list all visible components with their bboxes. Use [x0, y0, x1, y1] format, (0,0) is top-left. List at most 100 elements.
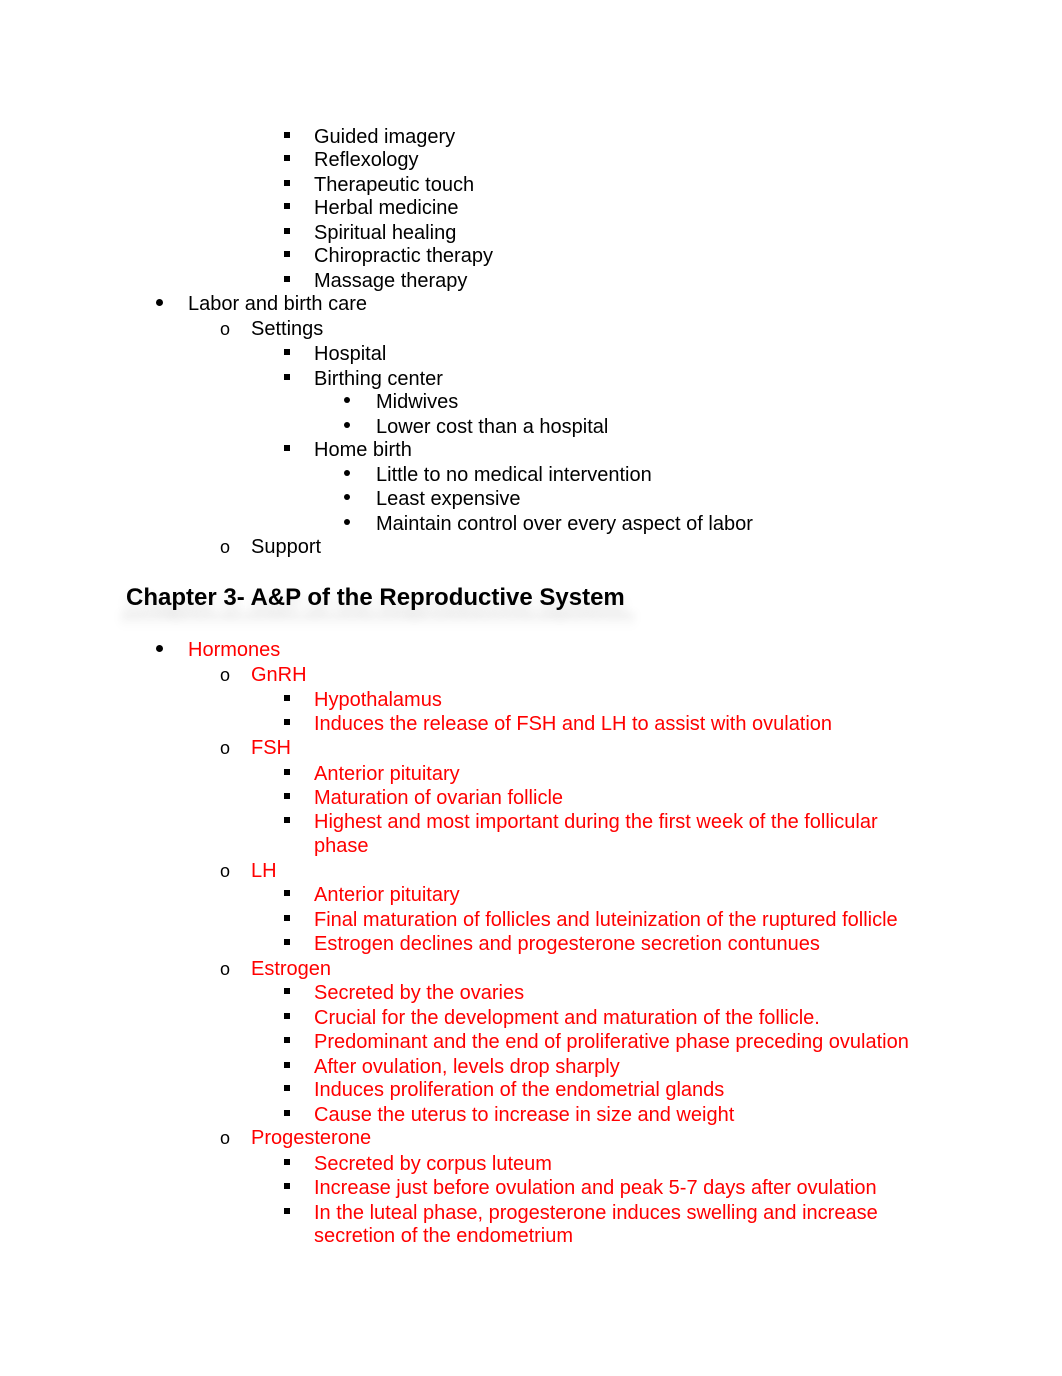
square-bullet-icon [284, 155, 290, 161]
list-item: Maturation of ovarian follicle [284, 786, 563, 810]
list-item-text: Secreted by corpus luteum [314, 1153, 552, 1175]
list-item-text: Progesterone [251, 1127, 372, 1149]
list-item: After ovulation, levels drop sharply [284, 1055, 620, 1079]
list-item: Little to no medical intervention [344, 463, 652, 487]
list-item: Secreted by corpus luteum [284, 1152, 552, 1176]
list-item-text: Birthing center [314, 368, 443, 390]
list-item-text: Hormones [188, 639, 281, 661]
list-item: Secreted by the ovaries [284, 981, 525, 1005]
list-item: Estrogen declines and progesterone secre… [284, 932, 820, 956]
list-item-estrogen: o Estrogen [220, 957, 331, 981]
square-bullet-icon [284, 445, 290, 451]
list-item-text: In the luteal phase, progesterone induce… [314, 1202, 878, 1224]
heading-shadow [120, 612, 635, 628]
list-item-text: Secreted by the ovaries [314, 982, 525, 1004]
list-item-text: Increase just before ovulation and peak … [314, 1177, 877, 1199]
square-bullet-icon [284, 1159, 290, 1165]
list-item: Induces proliferation of the endometrial… [284, 1078, 725, 1102]
circle-bullet-icon: o [220, 537, 231, 557]
list-item: Highest and most important during the fi… [284, 810, 878, 834]
square-bullet-icon [284, 769, 290, 775]
list-item-text: Cause the uterus to increase in size and… [314, 1104, 735, 1126]
list-item-text: Predominant and the end of proliferative… [314, 1031, 909, 1053]
disc-bullet-icon [344, 397, 350, 403]
disc-bullet-icon [156, 645, 163, 652]
list-item: Reflexology [284, 148, 419, 172]
square-bullet-icon [284, 228, 290, 234]
list-item: In the luteal phase, progesterone induce… [284, 1201, 878, 1225]
list-item-text: After ovulation, levels drop sharply [314, 1056, 620, 1078]
list-item-text: Herbal medicine [314, 197, 459, 219]
square-bullet-icon [284, 1183, 290, 1189]
circle-bullet-icon: o [220, 861, 231, 881]
list-item-text: Home birth [314, 439, 412, 461]
list-item: Birthing center [284, 367, 443, 391]
square-bullet-icon [284, 915, 290, 921]
square-bullet-icon [284, 890, 290, 896]
list-item-text: Crucial for the development and maturati… [314, 1007, 820, 1029]
list-item-text: Settings [251, 318, 324, 340]
square-bullet-icon [284, 817, 290, 823]
square-bullet-icon [284, 1110, 290, 1116]
list-item-text: Final maturation of follicles and lutein… [314, 909, 898, 931]
square-bullet-icon [284, 793, 290, 799]
list-item-text: Lower cost than a hospital [376, 416, 609, 438]
list-item: Final maturation of follicles and lutein… [284, 908, 898, 932]
list-item-lh: o LH [220, 859, 277, 883]
list-item-text: Labor and birth care [188, 293, 368, 315]
square-bullet-icon [284, 203, 290, 209]
disc-bullet-icon [344, 519, 350, 525]
list-item-text: Therapeutic touch [314, 174, 475, 196]
list-item-progesterone: o Progesterone [220, 1126, 372, 1150]
list-item: Crucial for the development and maturati… [284, 1006, 820, 1030]
document-page: Guided imagery Reflexology Therapeutic t… [0, 0, 1062, 1376]
list-item: Anterior pituitary [284, 762, 460, 786]
list-item: Predominant and the end of proliferative… [284, 1030, 909, 1054]
list-item-support: o Support [220, 535, 321, 559]
circle-bullet-icon: o [220, 959, 231, 979]
list-item-text: Reflexology [314, 149, 419, 171]
list-item: Hospital [284, 342, 386, 366]
list-item-text: Induces proliferation of the endometrial… [314, 1079, 725, 1101]
disc-bullet-icon [344, 494, 350, 500]
list-item-text: phase [314, 835, 369, 857]
list-item: Midwives [344, 390, 459, 414]
list-item: Guided imagery [284, 125, 455, 149]
list-item: Massage therapy [284, 269, 467, 293]
list-item-text: Midwives [376, 391, 459, 413]
list-item: Spiritual healing [284, 221, 457, 245]
list-item-text: Estrogen declines and progesterone secre… [314, 933, 820, 955]
square-bullet-icon [284, 1013, 290, 1019]
list-item-text: Induces the release of FSH and LH to ass… [314, 713, 833, 735]
list-item: Least expensive [344, 487, 521, 511]
list-item-text: Maintain control over every aspect of la… [376, 513, 753, 535]
list-item: Hypothalamus [284, 688, 442, 712]
chapter-heading: Chapter 3- A&P of the Reproductive Syste… [126, 584, 625, 611]
list-item-continuation: secretion of the endometrium [314, 1224, 573, 1248]
list-item: Herbal medicine [284, 196, 459, 220]
square-bullet-icon [284, 695, 290, 701]
list-item: Lower cost than a hospital [344, 415, 609, 439]
list-item-text: Hypothalamus [314, 689, 442, 711]
list-item: Home birth [284, 438, 412, 462]
square-bullet-icon [284, 251, 290, 257]
list-item-settings: o Settings [220, 317, 324, 341]
list-item-continuation: phase [314, 834, 369, 858]
square-bullet-icon [284, 1085, 290, 1091]
square-bullet-icon [284, 988, 290, 994]
list-item-text: LH [251, 860, 277, 882]
list-item-text: Spiritual healing [314, 222, 457, 244]
disc-bullet-icon [344, 470, 350, 476]
disc-bullet-icon [156, 299, 163, 306]
list-item-text: Anterior pituitary [314, 884, 460, 906]
list-item-gnrh: o GnRH [220, 663, 307, 687]
disc-bullet-icon [344, 422, 350, 428]
list-item-text: GnRH [251, 664, 307, 686]
list-item: Maintain control over every aspect of la… [344, 512, 753, 536]
list-item: Therapeutic touch [284, 173, 475, 197]
list-item-hormones: Hormones [156, 638, 281, 662]
square-bullet-icon [284, 132, 290, 138]
list-item-text: Chiropractic therapy [314, 245, 493, 267]
square-bullet-icon [284, 349, 290, 355]
list-item-fsh: o FSH [220, 736, 291, 760]
